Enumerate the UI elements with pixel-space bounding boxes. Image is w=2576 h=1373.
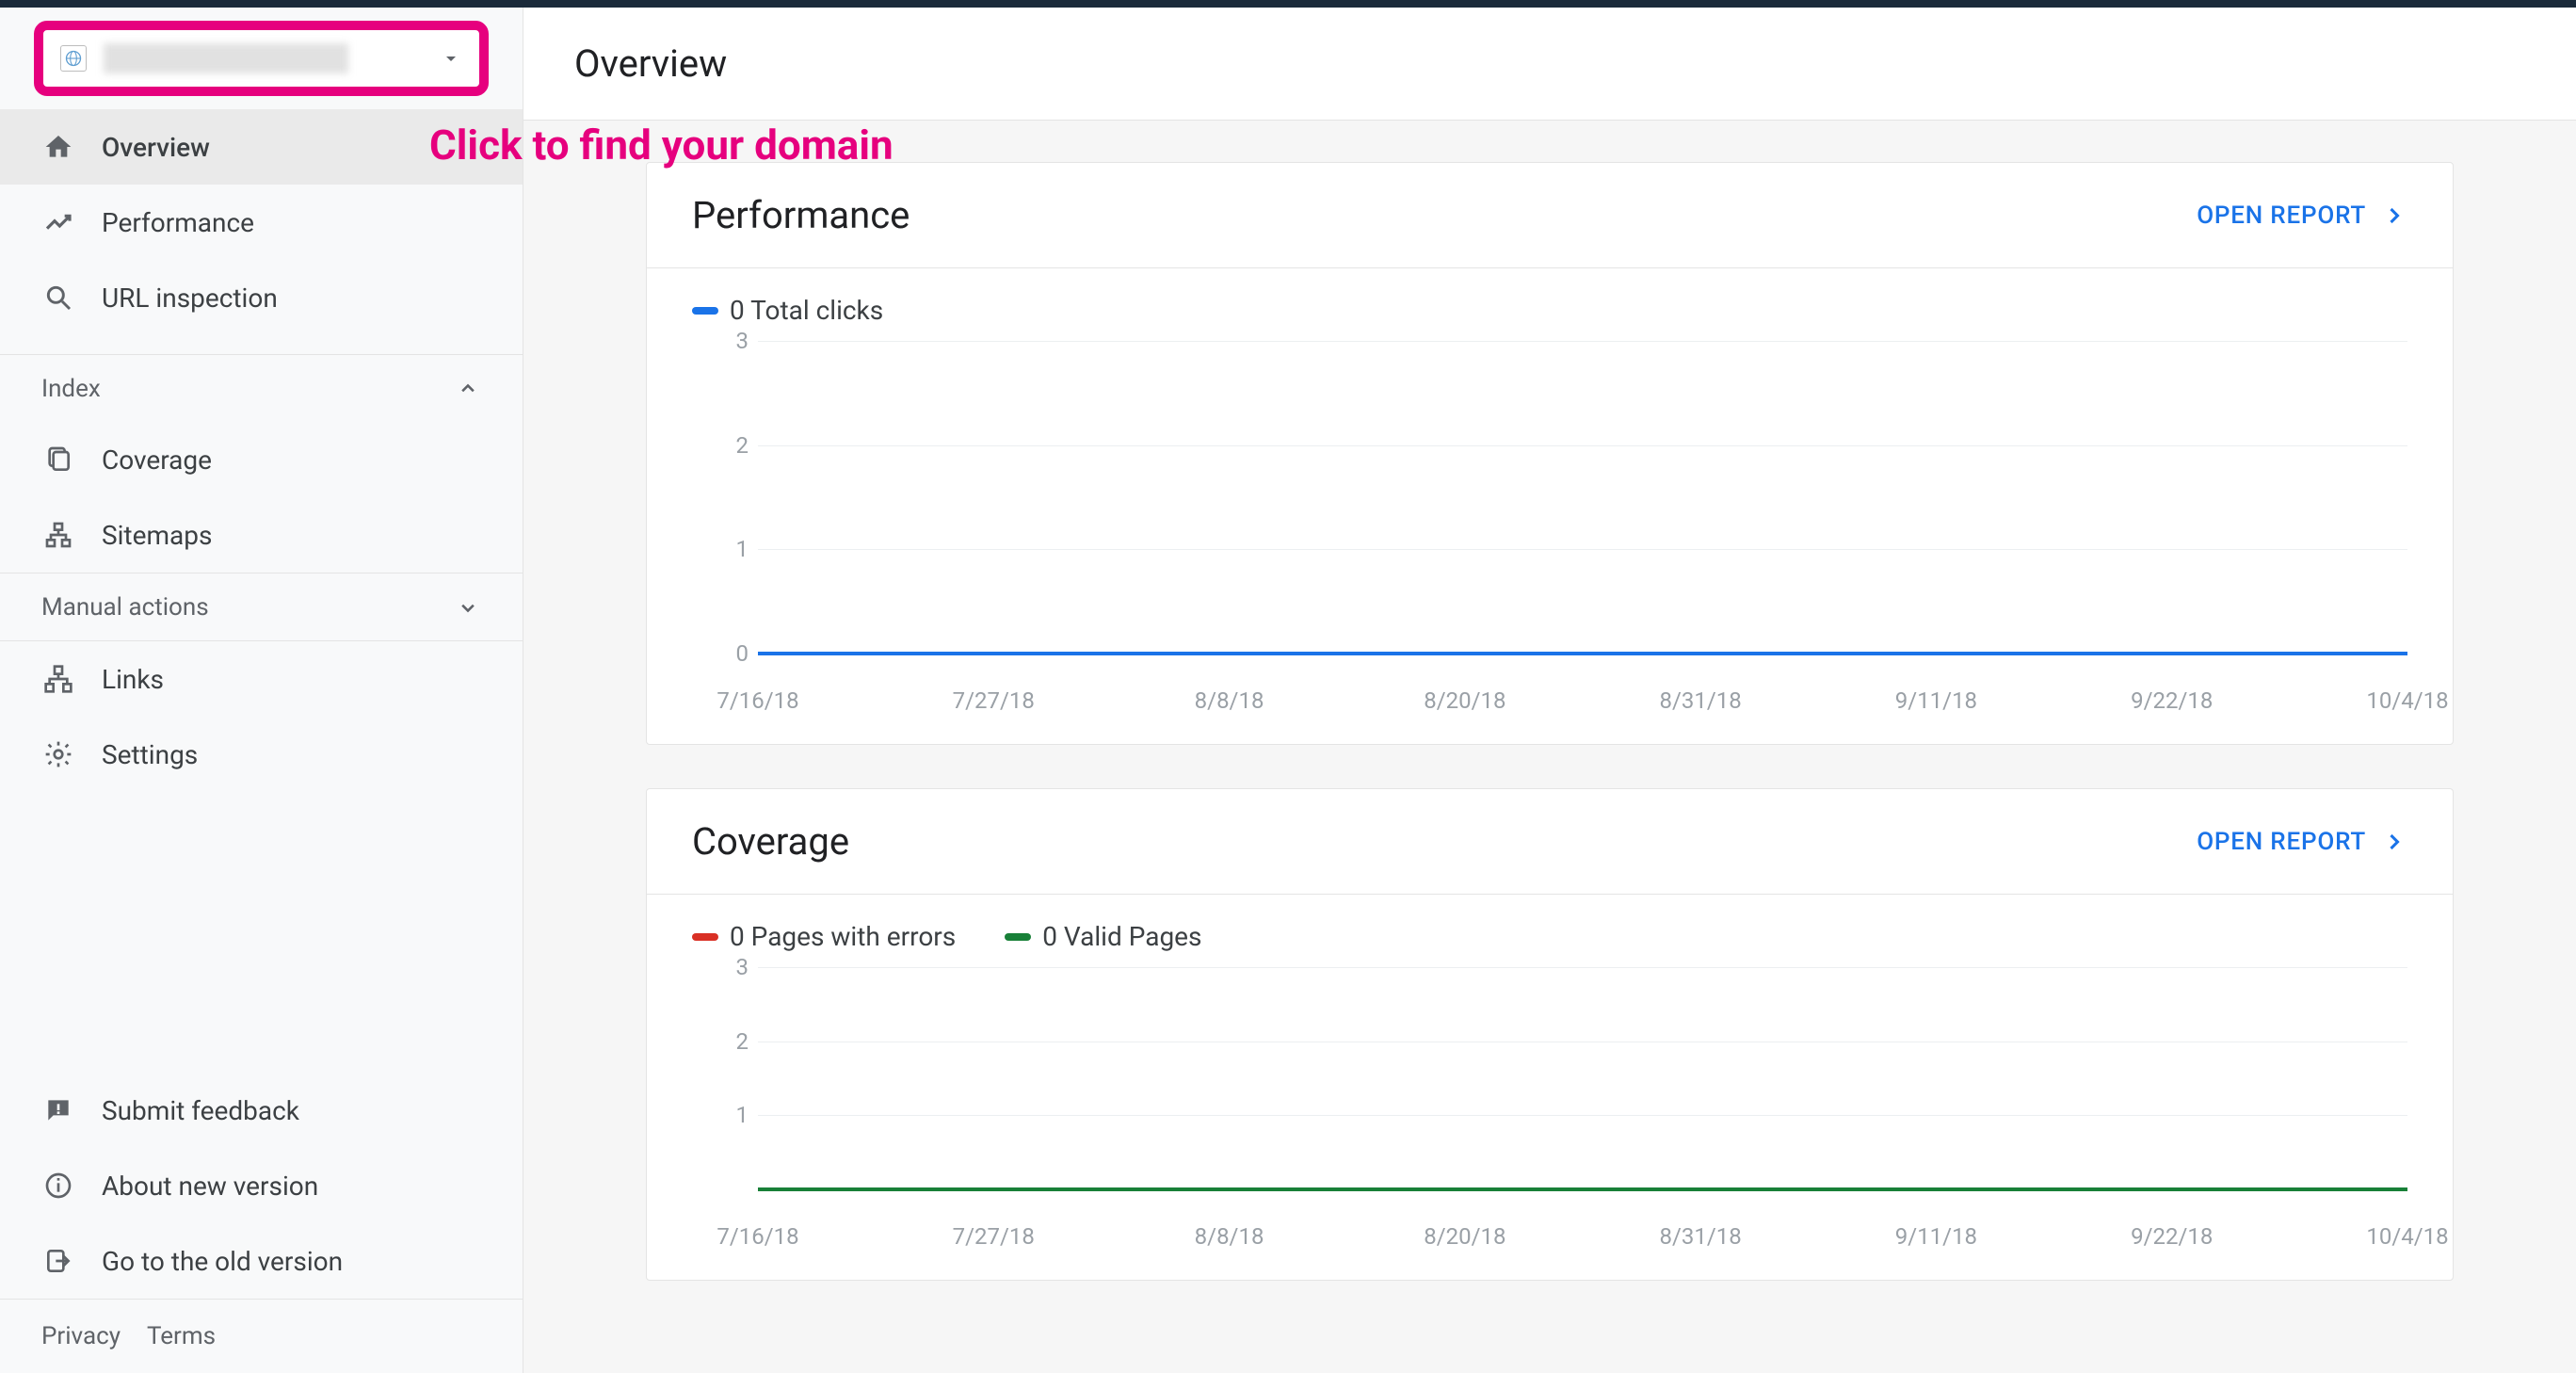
sidebar-item-label: Overview xyxy=(102,132,210,163)
sidebar-item-label: About new version xyxy=(102,1171,318,1202)
sidebar-item-submit-feedback[interactable]: Submit feedback xyxy=(0,1073,523,1148)
y-tick: 2 xyxy=(701,432,749,459)
search-icon xyxy=(41,281,75,315)
open-report-label: OPEN REPORT xyxy=(2197,202,2366,230)
performance-card: Performance OPEN REPORT 0 Total clicks xyxy=(646,162,2454,745)
legend-label: 0 Pages with errors xyxy=(730,921,956,952)
coverage-open-report-button[interactable]: OPEN REPORT xyxy=(2197,828,2407,856)
sidebar-item-overview[interactable]: Overview xyxy=(0,109,523,185)
property-selector[interactable] xyxy=(34,21,489,96)
x-tick: 7/27/18 xyxy=(953,687,1035,714)
sidebar-item-performance[interactable]: Performance xyxy=(0,185,523,260)
sidebar-item-go-to-old-version[interactable]: Go to the old version xyxy=(0,1223,523,1299)
legend-item-errors: 0 Pages with errors xyxy=(692,921,956,952)
coverage-card-title: Coverage xyxy=(692,819,849,864)
x-tick: 7/27/18 xyxy=(953,1223,1035,1250)
chevron-down-icon xyxy=(455,594,481,621)
x-tick: 9/11/18 xyxy=(1895,687,1977,714)
sidebar-item-label: Settings xyxy=(102,739,198,770)
sidebar-item-label: Links xyxy=(102,664,164,695)
legend-swatch xyxy=(692,307,718,315)
sidebar-nav: Overview Performance URL inspection Inde… xyxy=(0,109,523,792)
y-tick: 1 xyxy=(701,536,749,562)
page-header: Overview xyxy=(523,8,2576,121)
globe-icon xyxy=(60,45,87,72)
coverage-chart: 123 7/16/187/27/188/8/188/20/188/31/189/… xyxy=(701,967,2407,1250)
privacy-link[interactable]: Privacy xyxy=(41,1322,121,1350)
performance-legend: 0 Total clicks xyxy=(692,295,2407,326)
legend-label: 0 Total clicks xyxy=(730,295,883,326)
y-tick: 0 xyxy=(701,640,749,667)
open-report-label: OPEN REPORT xyxy=(2197,828,2366,856)
chevron-right-icon xyxy=(2381,829,2407,855)
legend-swatch xyxy=(1005,933,1031,941)
sitemaps-icon xyxy=(41,518,75,552)
x-tick: 8/20/18 xyxy=(1424,1223,1505,1250)
x-tick: 8/20/18 xyxy=(1424,687,1505,714)
legend-item-valid: 0 Valid Pages xyxy=(1005,921,1201,952)
series-line xyxy=(758,652,2407,655)
sidebar: Overview Performance URL inspection Inde… xyxy=(0,8,523,1373)
page-title: Overview xyxy=(574,41,2525,86)
sidebar-item-about-new-version[interactable]: About new version xyxy=(0,1148,523,1223)
sidebar-item-label: Sitemaps xyxy=(102,520,212,551)
sidebar-section-manual-actions[interactable]: Manual actions xyxy=(0,573,523,640)
sidebar-item-links[interactable]: Links xyxy=(0,641,523,717)
chevron-up-icon xyxy=(455,376,481,402)
chevron-right-icon xyxy=(2381,202,2407,229)
performance-open-report-button[interactable]: OPEN REPORT xyxy=(2197,202,2407,230)
y-tick: 3 xyxy=(701,954,749,980)
y-tick: 2 xyxy=(701,1028,749,1055)
exit-icon xyxy=(41,1244,75,1278)
sidebar-item-label: Submit feedback xyxy=(102,1095,299,1126)
caret-down-icon xyxy=(440,47,462,70)
sidebar-item-label: Performance xyxy=(102,207,254,238)
series-line xyxy=(758,1187,2407,1191)
x-tick: 10/4/18 xyxy=(2366,1223,2448,1250)
x-tick: 7/16/18 xyxy=(716,687,798,714)
sidebar-item-settings[interactable]: Settings xyxy=(0,717,523,792)
coverage-card: Coverage OPEN REPORT 0 Pages with errors xyxy=(646,788,2454,1281)
x-tick: 10/4/18 xyxy=(2366,687,2448,714)
top-accent-bar xyxy=(0,0,2576,8)
property-name-redacted xyxy=(104,43,348,73)
x-tick: 8/8/18 xyxy=(1195,1223,1264,1250)
legend-item-total-clicks: 0 Total clicks xyxy=(692,295,883,326)
info-icon xyxy=(41,1169,75,1203)
links-icon xyxy=(41,662,75,696)
sidebar-item-sitemaps[interactable]: Sitemaps xyxy=(0,497,523,573)
x-tick: 8/8/18 xyxy=(1195,687,1264,714)
sidebar-section-label: Index xyxy=(41,375,101,403)
sidebar-item-coverage[interactable]: Coverage xyxy=(0,422,523,497)
legend-swatch xyxy=(692,933,718,941)
main-content: Overview Performance OPEN REPORT xyxy=(523,8,2576,1373)
y-tick: 1 xyxy=(701,1102,749,1128)
x-tick: 8/31/18 xyxy=(1660,687,1742,714)
feedback-icon xyxy=(41,1093,75,1127)
sidebar-section-index[interactable]: Index xyxy=(0,354,523,422)
sidebar-footer: Privacy Terms xyxy=(0,1299,523,1373)
x-tick: 9/22/18 xyxy=(2131,1223,2213,1250)
gear-icon xyxy=(41,737,75,771)
x-tick: 8/31/18 xyxy=(1660,1223,1742,1250)
terms-link[interactable]: Terms xyxy=(147,1322,216,1350)
sidebar-section-label: Manual actions xyxy=(41,593,209,622)
home-icon xyxy=(41,130,75,164)
performance-icon xyxy=(41,205,75,239)
performance-chart: 0123 7/16/187/27/188/8/188/20/188/31/189… xyxy=(701,341,2407,714)
coverage-legend: 0 Pages with errors 0 Valid Pages xyxy=(692,921,2407,952)
coverage-icon xyxy=(41,443,75,477)
x-tick: 7/16/18 xyxy=(716,1223,798,1250)
sidebar-item-label: Go to the old version xyxy=(102,1246,343,1277)
sidebar-item-label: URL inspection xyxy=(102,283,278,314)
performance-card-title: Performance xyxy=(692,193,910,237)
sidebar-item-url-inspection[interactable]: URL inspection xyxy=(0,260,523,335)
sidebar-item-label: Coverage xyxy=(102,444,212,476)
legend-label: 0 Valid Pages xyxy=(1042,921,1201,952)
x-tick: 9/22/18 xyxy=(2131,687,2213,714)
x-tick: 9/11/18 xyxy=(1895,1223,1977,1250)
y-tick: 3 xyxy=(701,328,749,354)
